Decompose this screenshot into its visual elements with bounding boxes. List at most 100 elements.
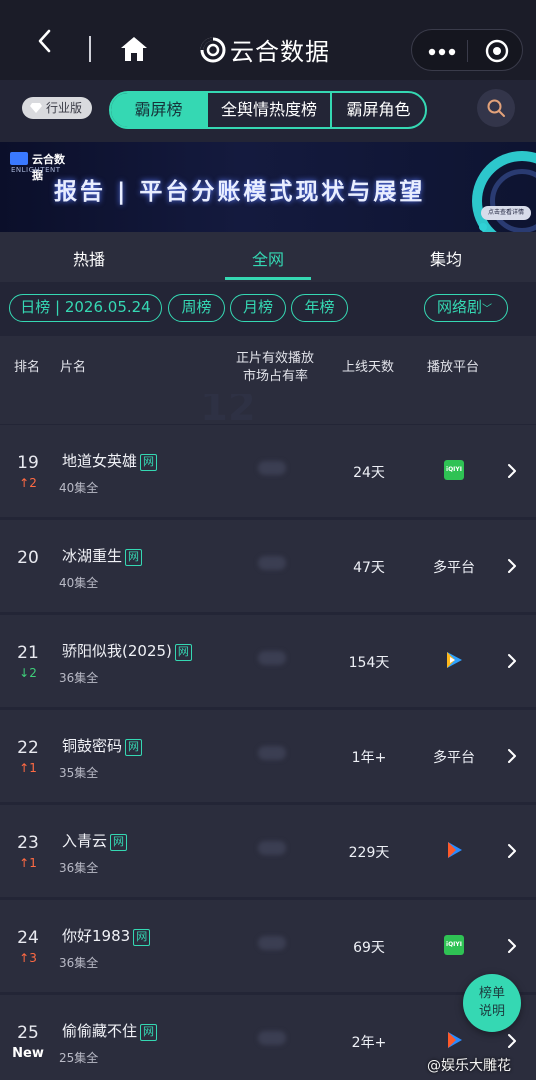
segment-roles[interactable]: 霸屏角色 (332, 93, 425, 127)
rank-number: 19 (17, 453, 39, 473)
table-row[interactable]: 24 ↑3 你好1983 网 36集全 69天 iQIYI (0, 900, 536, 992)
period-chips: 日榜 | 2026.05.24 周榜 月榜 年榜 网络剧﹀ (0, 282, 536, 336)
report-banner[interactable]: 云合数据 ENLIGHTENT 报告 | 平台分账模式现状与展望 点击查看详情 (0, 142, 536, 232)
rank-change: ↑1 (19, 761, 37, 775)
ranking-type-switch: 霸屏榜 全舆情热度榜 霸屏角色 (109, 91, 427, 129)
tab-per-episode[interactable]: 集均 (430, 246, 462, 270)
diamond-icon (30, 103, 42, 113)
search-button[interactable] (477, 89, 515, 127)
banner-headline: 报告 | 平台分账模式现状与展望 (54, 179, 426, 205)
table-row[interactable]: 23 ↑1 入青云网 36集全 229天 (0, 805, 536, 897)
weibo-watermark: @娱乐大雕花 (427, 1058, 511, 1074)
industry-label: 行业版 (46, 101, 83, 115)
date-chip[interactable]: 日榜 | 2026.05.24 (9, 294, 162, 322)
help-line1: 榜单 (478, 986, 505, 1001)
youku-icon (448, 1032, 462, 1048)
header-share-line2: 市场占有率 (243, 369, 309, 384)
app-title: 云合数据 (230, 38, 330, 66)
show-title: 地道女英雄网 (62, 450, 158, 471)
header-title: 片名 (60, 360, 87, 375)
filter-row: 行业版 霸屏榜 全舆情热度榜 霸屏角色 (0, 80, 536, 142)
platform-label: 多平台 (433, 750, 475, 766)
iqiyi-icon: iQIYI (444, 935, 464, 955)
show-title-text: 铜鼓密码 (62, 737, 123, 755)
show-title: 偷偷藏不住网 (62, 1020, 158, 1041)
show-title-text: 偷偷藏不住 (62, 1022, 138, 1040)
iqiyi-icon: iQIYI (444, 460, 464, 480)
back-icon[interactable] (30, 26, 60, 56)
show-title: 你好1983 网 (62, 925, 151, 946)
title-bar: 云合数据 (0, 0, 536, 80)
show-title-text: 入青云 (62, 832, 108, 850)
days-online: 154天 (348, 655, 390, 671)
web-series-badge: 网 (140, 454, 158, 471)
episode-count: 36集全 (59, 671, 99, 685)
rank-change: New (12, 1046, 44, 1061)
chevron-right-icon[interactable] (507, 463, 517, 479)
chevron-right-icon[interactable] (507, 938, 517, 954)
tab-hot[interactable]: 热播 (73, 246, 105, 270)
close-miniprogram-icon[interactable] (485, 39, 509, 63)
episode-count: 40集全 (59, 576, 99, 590)
table-header: 排名 片名 正片有效播放 市场占有率 上线天数 播放平台 (0, 336, 536, 394)
divider (89, 36, 91, 62)
header-days: 上线天数 (342, 360, 395, 375)
days-online: 69天 (353, 940, 385, 956)
web-series-badge: 网 (174, 644, 192, 661)
market-share-blurred (258, 556, 286, 570)
episode-count: 40集全 (59, 481, 99, 495)
industry-edition-badge[interactable]: 行业版 (22, 97, 92, 119)
chevron-right-icon[interactable] (507, 558, 517, 574)
show-title: 冰湖重生网 (62, 545, 143, 566)
rank-number: 23 (17, 833, 39, 853)
days-online: 229天 (348, 845, 390, 861)
market-share-blurred (258, 841, 286, 855)
rank-number: 24 (17, 928, 39, 948)
month-chip[interactable]: 月榜 (230, 294, 286, 322)
table-row[interactable]: 19 ↑2 地道女英雄网 40集全 24天 iQIYI (0, 425, 536, 517)
market-share-blurred (258, 1031, 286, 1045)
ranking-help-button[interactable]: 榜单 说明 (463, 974, 521, 1032)
rank-change: ↑1 (19, 856, 37, 870)
rank-number: 20 (17, 548, 39, 568)
market-share-blurred (258, 746, 286, 760)
market-share-blurred (258, 461, 286, 475)
ranking-list: 12 19 ↑2 地道女英雄网 40集全 24天 iQIYI 20 冰湖重生网 40集全 47天多… (0, 394, 536, 1080)
more-icon[interactable] (428, 48, 456, 56)
year-chip[interactable]: 年榜 (291, 294, 348, 322)
table-row[interactable]: 22 ↑1 铜鼓密码网 35集全 1年+ 多平台 (0, 710, 536, 802)
segment-sentiment[interactable]: 全舆情热度榜 (208, 93, 332, 127)
rank-change: ↑2 (19, 476, 37, 490)
category-dropdown[interactable]: 网络剧﹀ (424, 294, 508, 322)
yunhe-logo-icon (200, 37, 226, 63)
web-series-badge: 网 (133, 929, 151, 946)
table-row-partial[interactable] (0, 394, 536, 424)
week-chip[interactable]: 周榜 (168, 294, 225, 322)
banner-cta-button[interactable]: 点击查看详情 (481, 206, 531, 220)
table-row[interactable]: 20 冰湖重生网 40集全 47天 多平台 (0, 520, 536, 612)
chevron-right-icon[interactable] (507, 748, 517, 764)
segment-dominance[interactable]: 霸屏榜 (111, 93, 208, 127)
capsule-divider (467, 40, 468, 62)
rank-number: 21 (17, 643, 39, 663)
scope-tabs: 热播 全网 集均 (0, 232, 536, 282)
tencent-video-icon (447, 652, 462, 668)
tab-all-network[interactable]: 全网 (252, 246, 284, 270)
home-icon[interactable] (118, 34, 150, 64)
web-series-badge: 网 (140, 1024, 158, 1041)
episode-count: 35集全 (59, 766, 99, 780)
episode-count: 25集全 (59, 1051, 99, 1065)
days-online: 1年+ (351, 750, 387, 766)
platform-label: 多平台 (433, 560, 475, 576)
chevron-right-icon[interactable] (507, 843, 517, 859)
episode-count: 36集全 (59, 861, 99, 875)
chevron-right-icon[interactable] (507, 653, 517, 669)
show-title: 骄阳似我(2025) 网 (62, 640, 192, 661)
show-title: 入青云网 (62, 830, 128, 851)
show-title: 铜鼓密码网 (62, 735, 143, 756)
rank-change: ↑3 (19, 951, 37, 965)
web-series-badge: 网 (125, 739, 143, 756)
table-row[interactable]: 21 ↓2 骄阳似我(2025) 网 36集全 154天 (0, 615, 536, 707)
chevron-down-icon: ﹀ (482, 304, 493, 315)
chevron-right-icon[interactable] (507, 1033, 517, 1049)
